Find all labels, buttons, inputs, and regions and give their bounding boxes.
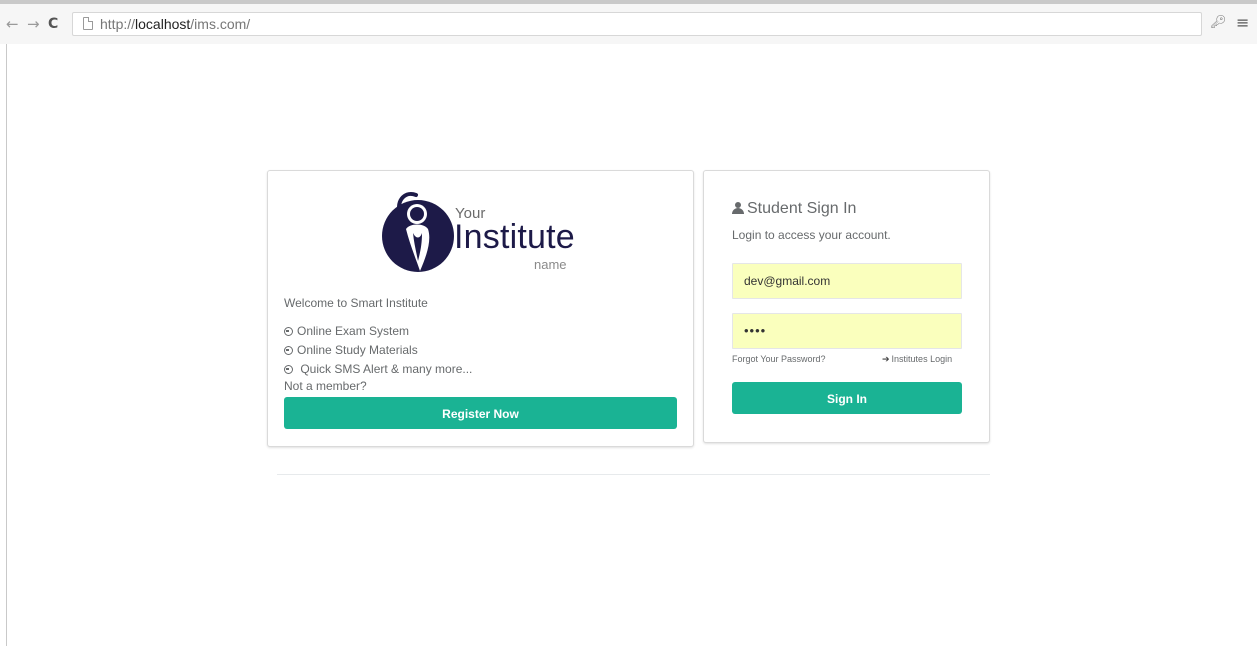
- logo-word-name: name: [534, 257, 567, 272]
- email-field[interactable]: dev@gmail.com: [732, 263, 962, 299]
- list-item: Online Exam System: [284, 322, 472, 341]
- page-icon: [83, 17, 93, 30]
- browser-toolbar: ← → C http://localhost/ims.com/ 🔑︎ ≡: [0, 0, 1257, 44]
- window-edge: [6, 44, 7, 646]
- menu-icon[interactable]: ≡: [1236, 13, 1249, 32]
- arrow-right-icon: ➔: [882, 355, 890, 365]
- key-icon[interactable]: 🔑︎: [1210, 15, 1227, 30]
- signin-button[interactable]: Sign In: [732, 382, 962, 414]
- not-member-text: Not a member?: [284, 379, 367, 393]
- url-text[interactable]: http://localhost/ims.com/: [100, 16, 250, 32]
- forgot-password-link[interactable]: Forgot Your Password?: [732, 354, 826, 364]
- feature-list: Online Exam System Online Study Material…: [284, 322, 472, 379]
- signin-panel: Student Sign In Login to access your acc…: [703, 170, 990, 443]
- signin-title: Student Sign In: [732, 200, 856, 218]
- user-icon: [732, 202, 744, 214]
- logo-word-institute: Institute: [454, 218, 575, 256]
- back-arrow-icon[interactable]: ←: [6, 15, 19, 33]
- url-scheme: http://: [100, 16, 136, 32]
- arrow-circle-icon: [284, 346, 293, 355]
- password-field[interactable]: ••••: [732, 313, 962, 349]
- list-item: Quick SMS Alert & many more...: [284, 360, 472, 379]
- feature-label: Online Study Materials: [297, 343, 418, 357]
- logo-emblem-icon: [382, 192, 454, 272]
- forward-arrow-icon[interactable]: →: [27, 15, 40, 33]
- signin-subtitle: Login to access your account.: [732, 228, 891, 242]
- signin-title-text: Student Sign In: [747, 200, 857, 217]
- feature-label: Online Exam System: [297, 324, 410, 338]
- institutes-login-link[interactable]: ➔ Institutes Login: [882, 354, 952, 365]
- institute-logo: Your Institute name: [380, 189, 590, 279]
- info-panel: Your Institute name Welcome to Smart Ins…: [267, 170, 694, 447]
- address-bar[interactable]: http://localhost/ims.com/: [72, 12, 1202, 36]
- list-item: Online Study Materials: [284, 341, 472, 360]
- arrow-circle-icon: [284, 365, 293, 374]
- divider: [277, 474, 990, 475]
- arrow-circle-icon: [284, 327, 293, 336]
- register-button[interactable]: Register Now: [284, 397, 677, 429]
- welcome-text: Welcome to Smart Institute: [284, 296, 428, 310]
- institutes-login-label: Institutes Login: [891, 354, 953, 364]
- reload-icon[interactable]: C: [48, 15, 58, 33]
- url-host: localhost: [135, 16, 191, 32]
- url-path: /ims.com/: [190, 16, 251, 32]
- feature-label: Quick SMS Alert & many more...: [297, 362, 473, 376]
